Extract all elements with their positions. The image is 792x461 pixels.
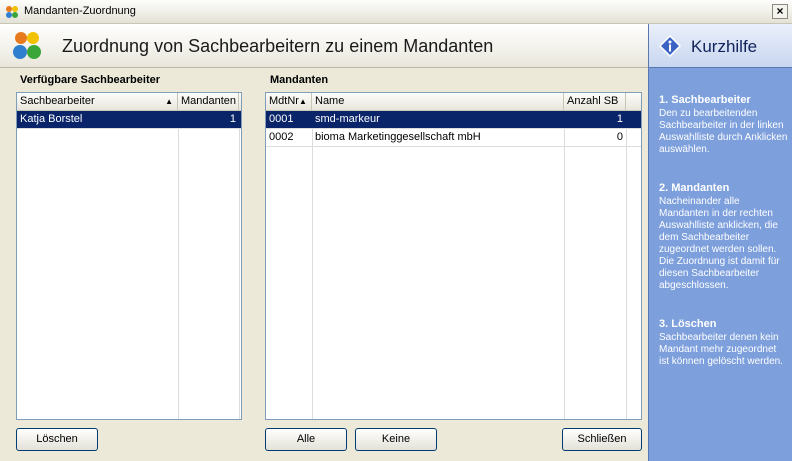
window-title: Mandanten-Zuordnung <box>24 5 136 17</box>
help-panel: Kurzhilfe 1. Sachbearbeiter Den zu bearb… <box>648 24 792 461</box>
table-row[interactable]: 0002 bioma Marketinggesellschaft mbH 0 <box>266 129 641 147</box>
users-icon <box>13 32 41 59</box>
help-section: 1. Sachbearbeiter Den zu bearbeitenden S… <box>659 94 789 156</box>
anzahl-sb: 1 <box>616 113 623 125</box>
mandant-nr: 0002 <box>269 131 294 143</box>
mandanten-list[interactable]: MdtNr▲ Name Anzahl SB 0001 smd-markeur 1… <box>265 92 642 420</box>
select-all-button[interactable]: Alle <box>265 428 347 451</box>
list-header: Sachbearbeiter ▲ Mandanten <box>17 93 241 111</box>
delete-button[interactable]: Löschen <box>16 428 98 451</box>
help-section-title: 3. Löschen <box>659 318 717 330</box>
help-title: Kurzhilfe <box>691 37 758 56</box>
sort-arrow-icon: ▲ <box>298 97 307 106</box>
close-window-button[interactable]: × <box>772 4 788 19</box>
column-header-mandanten[interactable]: Mandanten <box>178 93 239 110</box>
help-section-title: 1. Sachbearbeiter <box>659 94 751 106</box>
column-header-sachbearbeiter[interactable]: Sachbearbeiter ▲ <box>17 93 178 110</box>
help-section: 2. Mandanten Nacheinander alle Mandanten… <box>659 182 789 292</box>
sachbearbeiter-list[interactable]: Sachbearbeiter ▲ Mandanten Katja Borstel … <box>16 92 242 420</box>
table-row[interactable]: 0001 smd-markeur 1 <box>266 111 641 129</box>
table-row[interactable]: Katja Borstel 1 <box>17 111 241 129</box>
mandant-name: bioma Marketinggesellschaft mbH <box>315 131 481 143</box>
mandant-nr: 0001 <box>269 113 294 125</box>
help-header: Kurzhilfe <box>649 24 792 68</box>
select-none-button[interactable]: Keine <box>355 428 437 451</box>
anzahl-sb: 0 <box>616 131 623 143</box>
column-header-name[interactable]: Name <box>312 93 564 110</box>
close-button[interactable]: Schließen <box>562 428 642 451</box>
sachbearbeiter-name: Katja Borstel <box>20 113 83 125</box>
help-section-text: Den zu bearbeitenden Sachbearbeiter in d… <box>659 108 788 155</box>
mandanten-label: Mandanten <box>270 74 329 86</box>
title-bar: Mandanten-Zuordnung × <box>0 0 792 24</box>
help-section-title: 2. Mandanten <box>659 182 730 194</box>
mandanten-count: 1 <box>229 113 236 125</box>
column-header-mdtnr[interactable]: MdtNr▲ <box>266 93 312 110</box>
app-icon <box>6 6 18 18</box>
page-header: Zuordnung von Sachbearbeitern zu einem M… <box>0 24 648 68</box>
info-icon <box>659 35 681 57</box>
sachbearbeiter-label: Verfügbare Sachbearbeiter <box>20 74 161 86</box>
sort-arrow-icon: ▲ <box>165 97 173 106</box>
page-title: Zuordnung von Sachbearbeitern zu einem M… <box>62 36 494 56</box>
list-header: MdtNr▲ Name Anzahl SB <box>266 93 641 111</box>
help-section: 3. Löschen Sachbearbeiter denen kein Man… <box>659 318 789 368</box>
help-section-text: Sachbearbeiter denen kein Mandant mehr z… <box>659 332 783 367</box>
column-header-anzahl-sb[interactable]: Anzahl SB <box>564 93 626 110</box>
help-section-text: Nacheinander alle Mandanten in der recht… <box>659 196 780 291</box>
mandant-name: smd-markeur <box>315 113 380 125</box>
